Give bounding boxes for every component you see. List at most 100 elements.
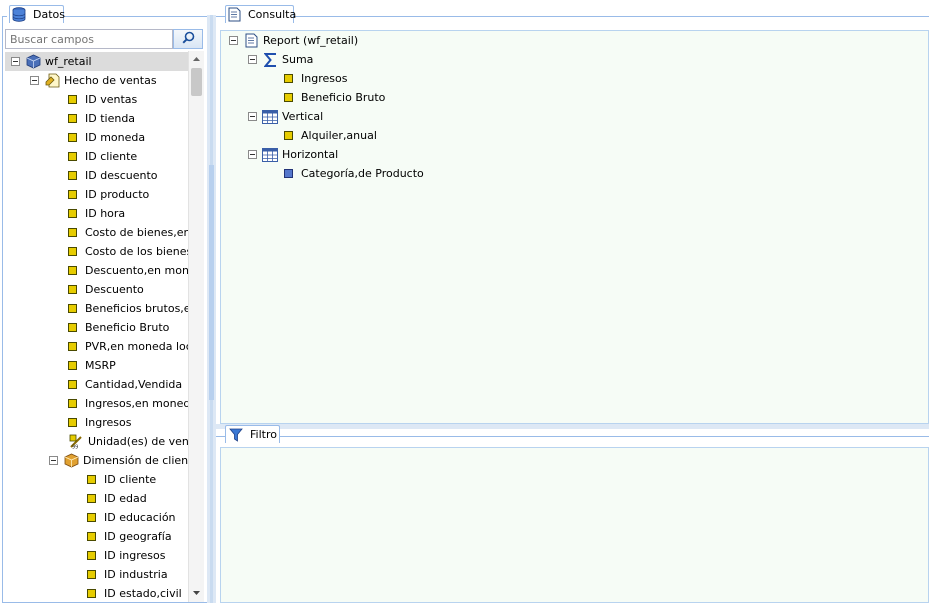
- tree-leaf[interactable]: 99 Unidad(es) de venta: [5, 432, 188, 451]
- svg-text:99: 99: [72, 445, 78, 450]
- grid-table-icon: [262, 147, 278, 163]
- tree-leaf[interactable]: PVR,en moneda local: [5, 337, 188, 356]
- tree-leaf[interactable]: Beneficio Bruto: [5, 318, 169, 337]
- query-pane[interactable]: Report (wf_retail) Suma Ingresos Beneficio …: [220, 30, 929, 424]
- collapse-toggle-icon[interactable]: [248, 112, 257, 121]
- tree-item-label: ID hora: [85, 207, 126, 220]
- datos-scrollbar[interactable]: [188, 51, 204, 602]
- field-icon: [68, 152, 77, 161]
- tree-leaf[interactable]: Ingresos,en moneda local: [5, 394, 188, 413]
- tree-node[interactable]: Vertical: [221, 107, 323, 126]
- search-button[interactable]: [173, 29, 203, 49]
- scroll-thumb[interactable]: [191, 68, 202, 96]
- field-icon: [68, 380, 77, 389]
- tree-leaf[interactable]: Beneficios brutos,en moneda local: [5, 299, 188, 318]
- tree-item-label: Suma: [282, 53, 314, 66]
- field-icon: [68, 247, 77, 256]
- tree-node[interactable]: wf_retail: [5, 52, 188, 71]
- filter-pane[interactable]: [220, 447, 929, 603]
- tree-leaf[interactable]: ID cliente: [5, 470, 156, 489]
- splitter-grip[interactable]: [209, 165, 214, 400]
- tree-leaf[interactable]: ID estado,civil: [5, 584, 182, 602]
- tree-node[interactable]: Horizontal: [221, 145, 338, 164]
- collapse-toggle-icon[interactable]: [30, 76, 39, 85]
- tree-node[interactable]: Hecho de ventas: [5, 71, 157, 90]
- tree-leaf[interactable]: Descuento: [5, 280, 144, 299]
- document-icon: [228, 7, 241, 23]
- sigma-icon: [262, 52, 278, 68]
- scroll-up-arrow-icon[interactable]: [189, 51, 204, 67]
- tree-item-label: ID moneda: [85, 131, 146, 144]
- cube-icon: [25, 54, 41, 70]
- tree-leaf[interactable]: ID producto: [5, 185, 149, 204]
- consulta-frame-top-right: [294, 16, 929, 17]
- tree-leaf[interactable]: Beneficio Bruto: [221, 88, 385, 107]
- field-icon: [68, 342, 77, 351]
- field-icon: [87, 475, 96, 484]
- tree-leaf[interactable]: ID edad: [5, 489, 147, 508]
- field-icon: [68, 133, 77, 142]
- grid-table-icon: [262, 109, 278, 125]
- tree-item-label: ID cliente: [104, 473, 157, 486]
- collapse-toggle-icon[interactable]: [229, 36, 238, 45]
- tree-leaf[interactable]: ID cliente: [5, 147, 137, 166]
- field-icon: [87, 513, 96, 522]
- tree-item-label: Ingresos,en moneda local: [85, 397, 188, 410]
- collapse-toggle-icon[interactable]: [248, 150, 257, 159]
- field-icon: [68, 190, 77, 199]
- datos-header: Datos: [9, 5, 65, 23]
- tree-leaf[interactable]: Ingresos: [221, 69, 347, 88]
- field-icon: [87, 570, 96, 579]
- tree-item-label: Cantidad,Vendida: [85, 378, 183, 391]
- tree-leaf[interactable]: Cantidad,Vendida: [5, 375, 182, 394]
- consulta-frame-top: [216, 16, 225, 17]
- tree-item-label: Costo de bienes,en moneda local: [85, 226, 188, 239]
- tree-leaf[interactable]: ID descuento: [5, 166, 158, 185]
- tree-leaf[interactable]: Costo de los bienes: [5, 242, 188, 261]
- tree-item-label: ID edad: [104, 492, 147, 505]
- tree-leaf[interactable]: ID ingresos: [5, 546, 165, 565]
- tree-leaf[interactable]: Alquiler,anual: [221, 126, 377, 145]
- tree-leaf[interactable]: Categoría,de Producto: [221, 164, 424, 183]
- tree-leaf[interactable]: ID moneda: [5, 128, 145, 147]
- field-icon: [87, 589, 96, 598]
- tree-item-label: ID estado,civil: [104, 587, 182, 600]
- tree-leaf[interactable]: Ingresos: [5, 413, 131, 432]
- search-fields-input[interactable]: [5, 29, 173, 49]
- field-icon: [68, 114, 77, 123]
- field-icon: [68, 418, 77, 427]
- tree-node[interactable]: Dimensión de cliente: [5, 451, 188, 470]
- tree-leaf[interactable]: ID ventas: [5, 90, 137, 109]
- collapse-toggle-icon[interactable]: [11, 57, 20, 66]
- tree-item-label: Vertical: [282, 110, 324, 123]
- field-icon: [68, 285, 77, 294]
- tree-leaf[interactable]: Costo de bienes,en moneda local: [5, 223, 188, 242]
- field-icon: [68, 209, 77, 218]
- tree-leaf[interactable]: ID geografía: [5, 527, 172, 546]
- filtro-header: Filtro: [225, 425, 280, 443]
- tree-node[interactable]: Report (wf_retail): [221, 31, 358, 50]
- tree-item-label: Descuento,en moneda local: [85, 264, 188, 277]
- tree-leaf[interactable]: MSRP: [5, 356, 116, 375]
- tree-item-label: Beneficios brutos,en moneda local: [85, 302, 188, 315]
- filtro-frame-top-right: [280, 436, 929, 437]
- horizontal-splitter[interactable]: [216, 424, 929, 429]
- tree-leaf[interactable]: ID educación: [5, 508, 176, 527]
- tree-node[interactable]: Suma: [221, 50, 313, 69]
- field-icon: [284, 74, 293, 83]
- tree-item-label: ID cliente: [85, 150, 138, 163]
- collapse-toggle-icon[interactable]: [248, 55, 257, 64]
- tree-item-label: ID educación: [104, 511, 176, 524]
- tree-leaf[interactable]: ID tienda: [5, 109, 135, 128]
- collapse-toggle-icon[interactable]: [49, 456, 58, 465]
- scroll-down-arrow-icon[interactable]: [189, 586, 204, 600]
- field-icon: [68, 228, 77, 237]
- tree-item-label: Ingresos: [85, 416, 132, 429]
- tree-leaf[interactable]: ID hora: [5, 204, 125, 223]
- tree-item-label: PVR,en moneda local: [85, 340, 188, 353]
- vertical-splitter[interactable]: [207, 15, 216, 603]
- fact-table-icon: [44, 73, 60, 89]
- dimension-field-icon: [284, 169, 293, 178]
- tree-leaf[interactable]: ID industria: [5, 565, 168, 584]
- tree-leaf[interactable]: Descuento,en moneda local: [5, 261, 188, 280]
